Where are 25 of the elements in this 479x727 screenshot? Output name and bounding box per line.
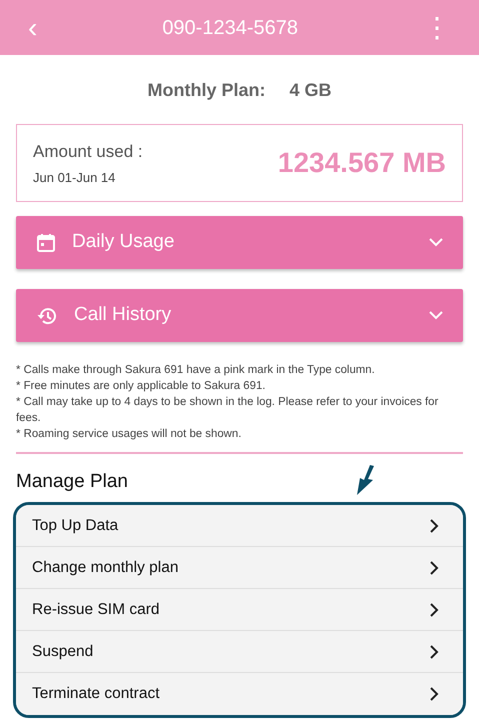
menu-item[interactable]: Top Up Data	[16, 505, 463, 547]
calendar-icon	[36, 232, 56, 252]
chevron-down-icon	[429, 238, 443, 247]
menu-item[interactable]: Re-issue SIM card	[16, 589, 463, 631]
period-text: Jun 01-Jun 14	[33, 169, 116, 187]
menu-item[interactable]: Suspend	[16, 631, 463, 673]
menu-item[interactable]: Terminate contract	[16, 673, 463, 715]
note-text: * Roaming service usages will not be shown.	[16, 427, 242, 442]
plan-value: 4 GB	[289, 79, 332, 102]
section-title: Manage Plan	[16, 470, 128, 494]
chevron-right-icon	[430, 560, 439, 574]
amount-value: 1234.567 MB	[278, 146, 446, 180]
chevron-down-icon	[429, 311, 443, 320]
chevron-right-icon	[430, 644, 439, 658]
history-icon	[36, 306, 58, 326]
amount-label: Amount used :	[33, 140, 143, 162]
plan-label: Monthly Plan:	[147, 79, 266, 102]
note-text: * Call may take up to 4 days to be shown in the log. Please refer to your invoices for fees.	[16, 395, 440, 426]
header-title: 090-1234-5678	[162, 16, 298, 40]
chevron-right-icon	[430, 602, 439, 616]
note-text: * Free minutes are only applicable to Sakura 691.	[16, 379, 266, 394]
note-text: * Calls make through Sakura 691 have a pink mark in the Type column.	[16, 363, 376, 378]
menu-item[interactable]: Change monthly plan	[16, 547, 463, 589]
chevron-right-icon	[430, 518, 439, 532]
chevron-right-icon	[430, 687, 439, 701]
